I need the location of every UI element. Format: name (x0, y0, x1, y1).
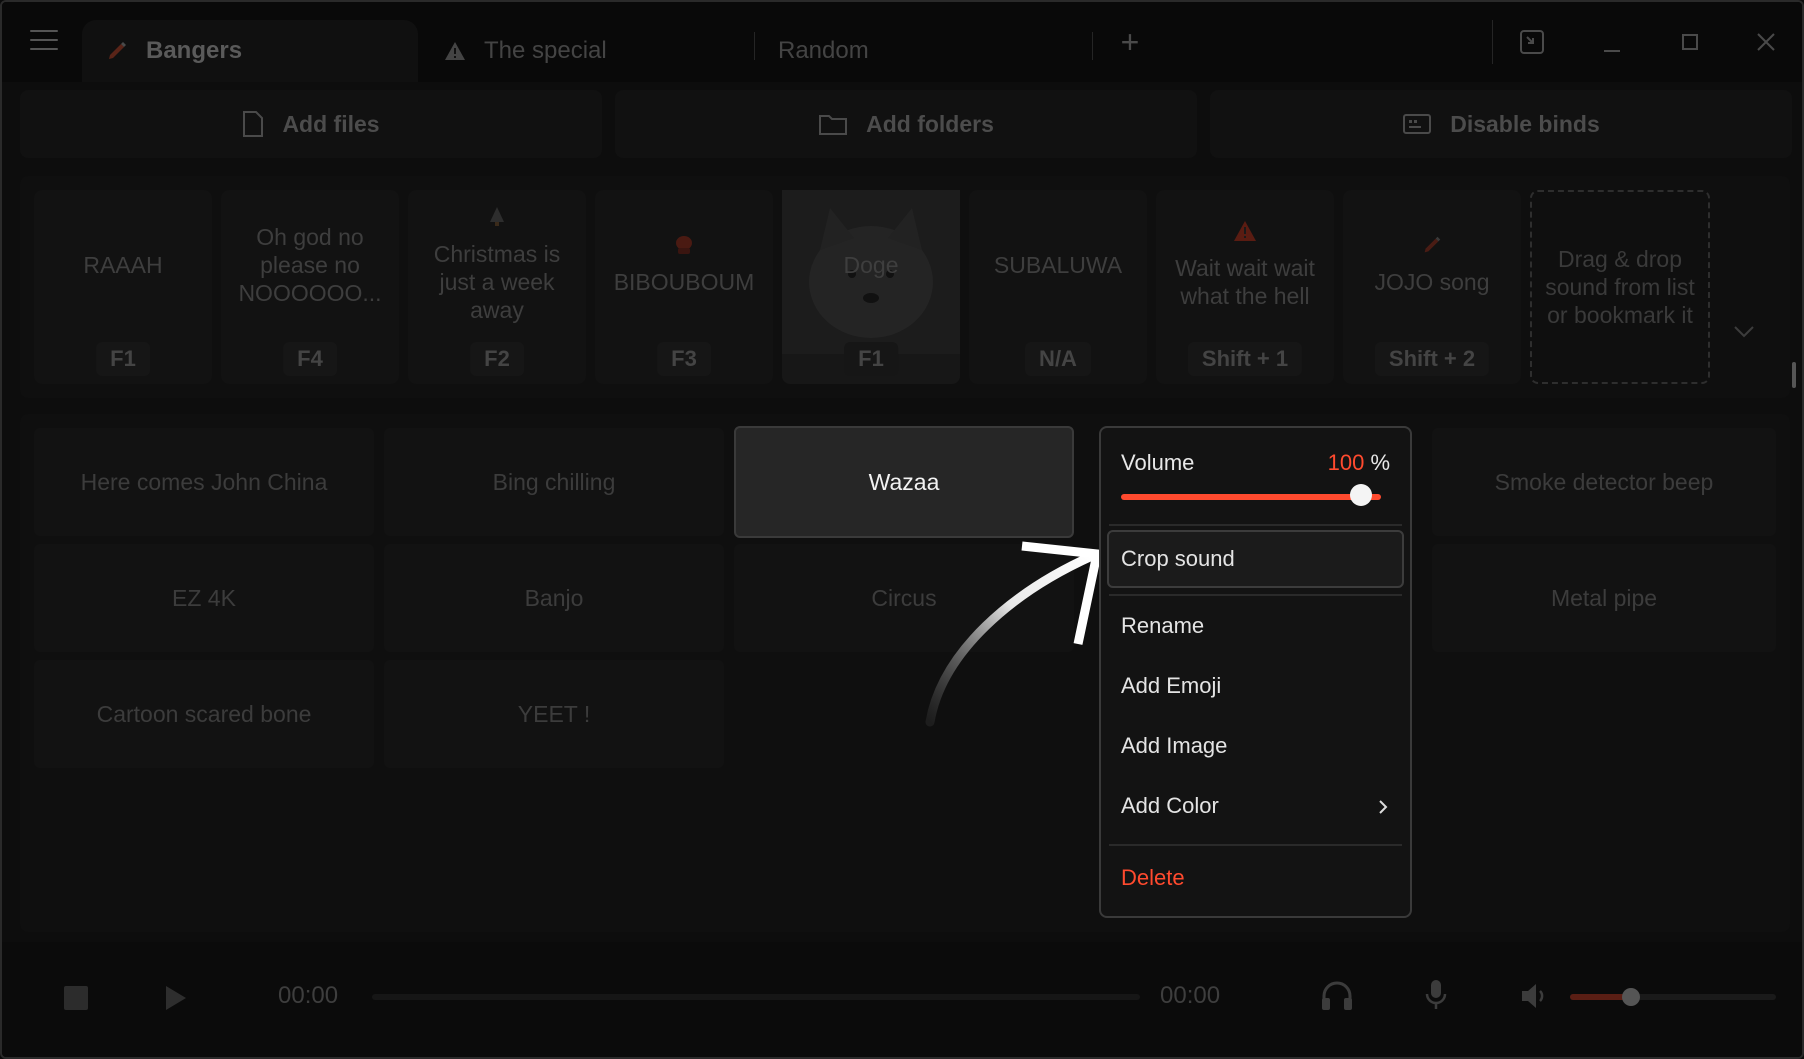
tab-divider (1492, 20, 1493, 64)
volume-slider-handle[interactable] (1350, 484, 1372, 506)
output-volume-handle[interactable] (1622, 988, 1640, 1006)
keyboard-icon (1403, 114, 1432, 134)
add-folders-button[interactable]: Add folders (615, 90, 1197, 158)
keybind-badge: F3 (657, 342, 711, 376)
current-time: 00:00 (278, 982, 339, 1009)
bookmark-tile[interactable]: Wait wait wait what the hell Shift + 1 (1156, 190, 1334, 384)
pencil-icon (1421, 234, 1443, 264)
play-icon[interactable] (164, 984, 188, 1012)
warning-icon (1233, 220, 1257, 250)
sound-item[interactable]: Here comes John China (34, 428, 374, 536)
title-bar: Bangers The special Random + (2, 2, 1802, 82)
sound-item[interactable]: Metal pipe (1432, 544, 1776, 652)
pencil-icon (104, 38, 130, 64)
total-time: 00:00 (1160, 982, 1221, 1009)
new-tab-button[interactable]: + (1110, 22, 1150, 62)
tutorial-arrow (925, 541, 1103, 727)
sound-item[interactable]: Banjo (384, 544, 724, 652)
close-icon[interactable] (1746, 22, 1786, 62)
menu-divider (1109, 594, 1402, 596)
menu-icon[interactable] (30, 30, 58, 52)
disable-binds-button[interactable]: Disable binds (1210, 90, 1792, 158)
sound-item[interactable]: YEET ! (384, 660, 724, 768)
bookmark-tile[interactable]: Doge F1 (782, 190, 960, 384)
app-window: Bangers The special Random + Add files A… (0, 0, 1804, 1059)
delete-menu-item[interactable]: Delete (1121, 862, 1390, 894)
volume-slider[interactable] (1121, 494, 1381, 500)
add-folders-label: Add folders (866, 110, 994, 137)
rename-menu-item[interactable]: Rename (1121, 610, 1390, 642)
keybind-badge: F2 (470, 342, 524, 376)
tab-divider (754, 32, 755, 60)
tab-bangers[interactable]: Bangers (82, 20, 418, 82)
tab-the-special[interactable]: The special (442, 20, 742, 82)
stop-icon[interactable] (64, 986, 88, 1010)
sound-item[interactable]: Smoke detector beep (1432, 428, 1776, 536)
sound-item[interactable]: EZ 4K (34, 544, 374, 652)
collapse-window-icon[interactable] (1512, 22, 1552, 62)
crop-sound-menu-item[interactable]: Crop sound (1107, 530, 1404, 588)
volume-label: Volume (1121, 450, 1195, 475)
menu-divider (1109, 524, 1402, 526)
chevron-down-icon[interactable] (1732, 324, 1756, 345)
boxing-glove-icon (674, 234, 694, 264)
bookmark-scrollbar[interactable] (1792, 362, 1796, 388)
keybind-badge: F1 (96, 342, 150, 376)
add-image-menu-item[interactable]: Add Image (1121, 730, 1390, 762)
sound-item[interactable]: Bing chilling (384, 428, 724, 536)
context-menu: Volume 100 % Crop sound Rename Add Emoji… (1099, 426, 1412, 918)
add-color-menu-item[interactable]: Add Color (1121, 790, 1390, 822)
menu-divider (1109, 844, 1402, 846)
keybind-badge: Shift + 1 (1187, 342, 1303, 376)
bookmark-tile[interactable]: SUBALUWA N/A (969, 190, 1147, 384)
headphones-icon[interactable] (1320, 980, 1354, 1012)
microphone-icon[interactable] (1424, 978, 1448, 1012)
tab-label: Random (778, 37, 869, 64)
tab-random[interactable]: Random (778, 20, 1078, 82)
bookmark-bar: RAAAH F1 Oh god no please no NOOOOOO... … (20, 176, 1796, 398)
add-emoji-menu-item[interactable]: Add Emoji (1121, 670, 1390, 702)
minimize-icon[interactable] (1592, 22, 1632, 62)
file-icon (243, 111, 264, 137)
maximize-icon[interactable] (1670, 22, 1710, 62)
tab-label: Bangers (146, 37, 243, 64)
bookmark-tile[interactable]: Oh god no please no NOOOOOO... F4 (221, 190, 399, 384)
christmas-tree-icon (488, 206, 506, 236)
bookmark-tile[interactable]: JOJO song Shift + 2 (1343, 190, 1521, 384)
disable-binds-label: Disable binds (1450, 110, 1600, 137)
sound-item[interactable]: Cartoon scared bone (34, 660, 374, 768)
bookmark-dropzone[interactable]: Drag & drop sound from list or bookmark … (1530, 190, 1710, 384)
keybind-badge: F4 (283, 342, 337, 376)
player-bar: 00:00 00:00 (2, 942, 1802, 1057)
speaker-icon[interactable] (1520, 982, 1550, 1010)
bookmark-tile[interactable]: RAAAH F1 (34, 190, 212, 384)
bookmark-tile[interactable]: Christmas is just a week away F2 (408, 190, 586, 384)
bookmark-tile[interactable]: BIBOUBOUM F3 (595, 190, 773, 384)
progress-bar[interactable] (372, 994, 1140, 1000)
volume-unit: % (1370, 450, 1390, 475)
keybind-badge: F1 (844, 342, 898, 376)
tab-divider (1092, 32, 1093, 60)
keybind-badge: N/A (1025, 342, 1091, 376)
add-files-button[interactable]: Add files (20, 90, 602, 158)
keybind-badge: Shift + 2 (1374, 342, 1490, 376)
chevron-right-icon (1379, 800, 1388, 814)
warning-icon (442, 38, 468, 64)
tab-label: The special (484, 37, 607, 64)
volume-row: Volume 100 % (1121, 450, 1390, 476)
folder-icon (819, 115, 848, 135)
add-files-label: Add files (282, 110, 380, 137)
volume-value: 100 (1327, 450, 1365, 475)
